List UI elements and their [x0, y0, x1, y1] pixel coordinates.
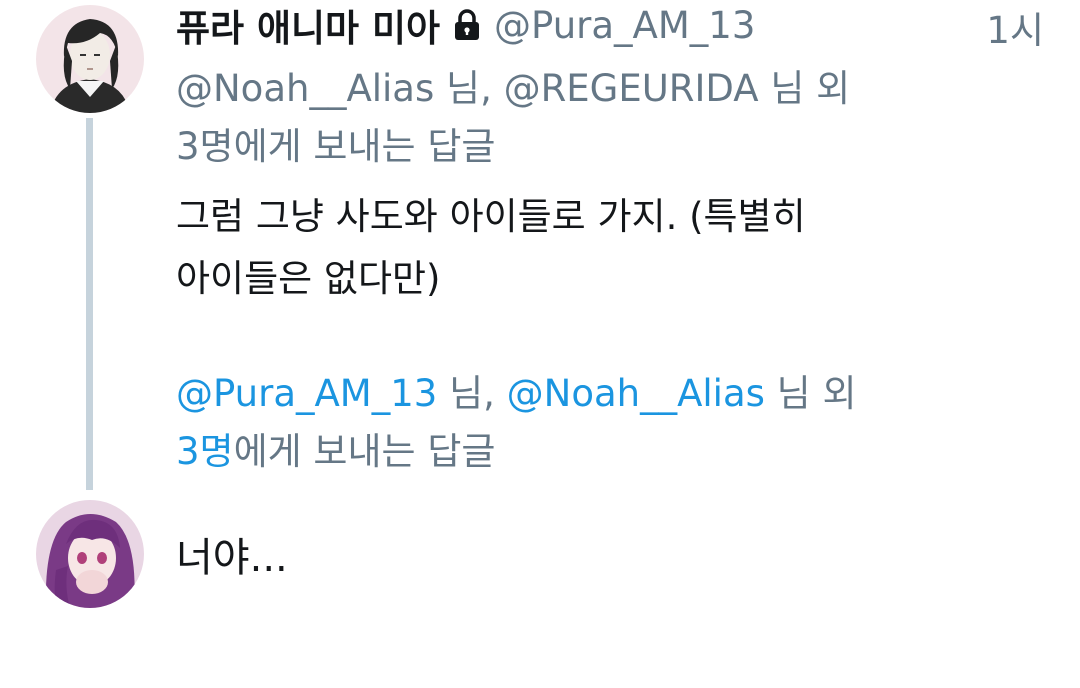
- others-count-link[interactable]: 3명: [176, 125, 234, 168]
- mention-link[interactable]: @REGEURIDA: [504, 67, 759, 110]
- display-name[interactable]: 퓨라 애니마 미아: [176, 0, 440, 52]
- replying-to-context: @Pura_AM_13 님, @Noah__Alias 님 외 3명에게 보내는…: [176, 365, 956, 481]
- tweet-header: 퓨라 애니마 미아 @Pura_AM_13: [176, 0, 1056, 52]
- replying-to-connector: 님 외: [764, 372, 857, 415]
- replying-to-connector: 님,: [434, 67, 504, 110]
- tweet-text-line: 그럼 그냥 사도와 아이들로 가지. (특별히: [176, 195, 806, 238]
- replying-to-tail: 에게 보내는 답글: [233, 125, 496, 168]
- lock-icon: [452, 8, 482, 42]
- replying-to-connector: 님 외: [758, 67, 851, 110]
- replying-to-tail: 에게 보내는 답글: [233, 430, 496, 473]
- reply-tweet-text: 너야...: [176, 535, 288, 581]
- tweet-text-line: 아이들은 없다만): [176, 257, 441, 300]
- mention-link[interactable]: @Noah__Alias: [507, 372, 765, 415]
- timestamp[interactable]: 1시: [986, 0, 1044, 54]
- avatar[interactable]: [36, 5, 144, 113]
- avatar-image: [36, 500, 144, 608]
- avatar-image: [36, 5, 144, 113]
- replying-to-connector: 님,: [437, 372, 507, 415]
- user-handle[interactable]: @Pura_AM_13: [494, 4, 755, 47]
- mention-link[interactable]: @Noah__Alias: [176, 67, 434, 110]
- others-count-link[interactable]: 3명: [176, 430, 234, 473]
- reply-avatar[interactable]: [36, 500, 144, 608]
- mention-link[interactable]: @Pura_AM_13: [176, 372, 437, 415]
- replying-to-context: @Noah__Alias 님, @REGEURIDA 님 외 3명에게 보내는 …: [176, 60, 956, 176]
- thread-connector-line: [86, 118, 93, 490]
- tweet-text: 그럼 그냥 사도와 아이들로 가지. (특별히 아이들은 없다만): [176, 186, 996, 310]
